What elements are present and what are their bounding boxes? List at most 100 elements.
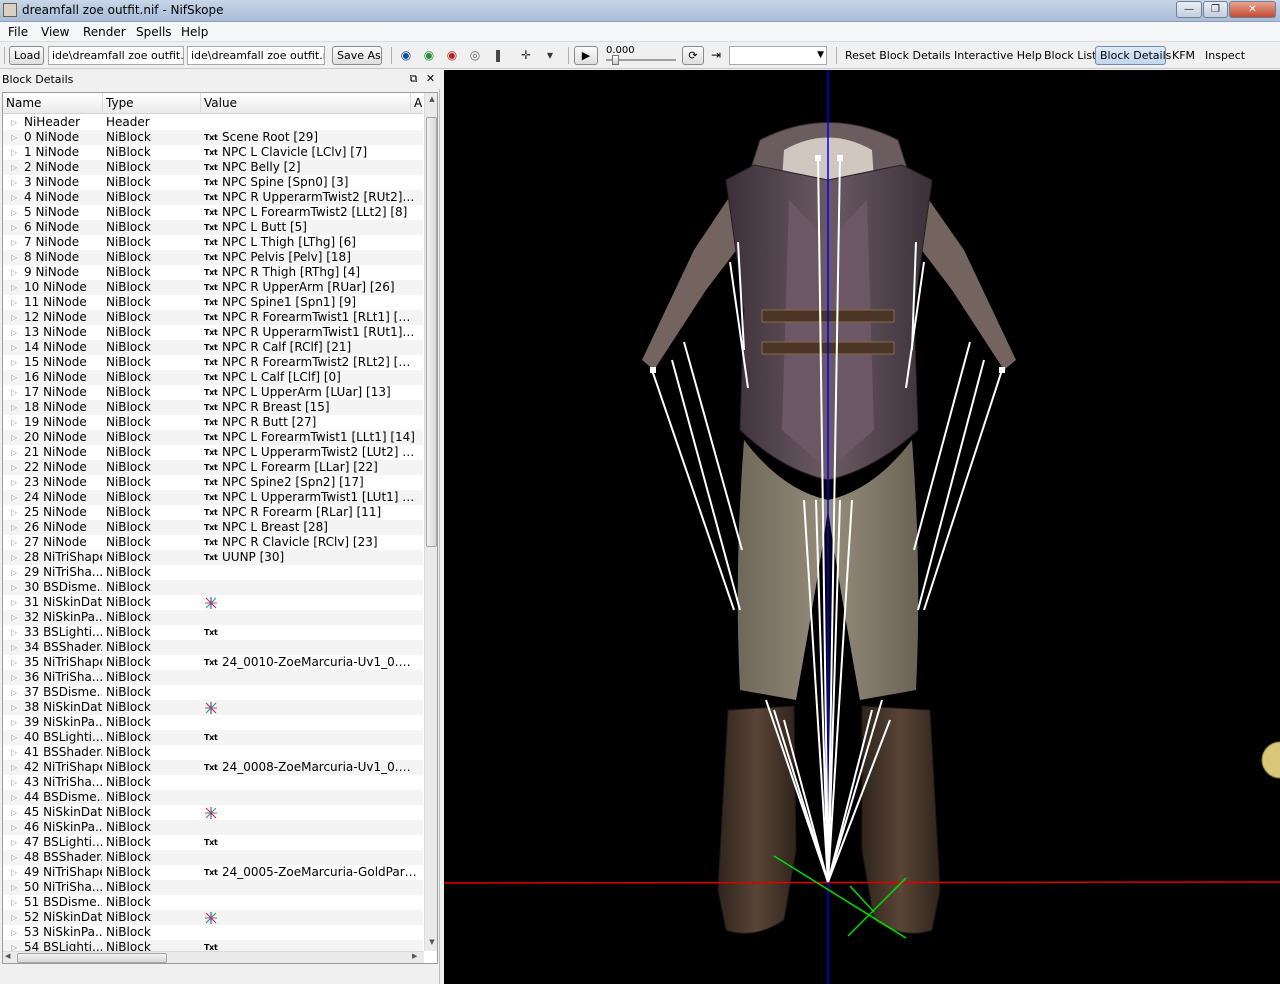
expand-arrow-icon[interactable]: ▷ (11, 760, 19, 775)
scroll-down-icon[interactable]: ▼ (427, 938, 437, 946)
expand-arrow-icon[interactable]: ▷ (11, 400, 19, 415)
expand-arrow-icon[interactable]: ▷ (11, 715, 19, 730)
table-row[interactable]: ▷ 41 BSShader... NiBlock (3, 745, 423, 760)
table-row[interactable]: ▷ 42 NiTriShape NiBlock Txt 24_0008-ZoeMarcu… (3, 760, 423, 775)
loop-button[interactable]: ⟳ (682, 46, 704, 65)
table-row[interactable]: ▷ 24 NiNode NiBlock Txt NPC L UpperarmTwist1… (3, 490, 423, 505)
expand-arrow-icon[interactable]: ▷ (11, 835, 19, 850)
table-row[interactable]: ▷ 36 NiTriSha... NiBlock (3, 670, 423, 685)
table-row[interactable]: ▷ 46 NiSkinPa... NiBlock (3, 820, 423, 835)
save-as-button[interactable]: Save As (332, 46, 382, 65)
table-row[interactable]: ▷ 40 BSLighti... NiBlock Txt (3, 730, 423, 745)
expand-arrow-icon[interactable]: ▷ (11, 610, 19, 625)
block-list-button[interactable]: Block List (1044, 49, 1096, 62)
table-row[interactable]: ▷ 11 NiNode NiBlock Txt NPC Spine1 [Spn1] [9… (3, 295, 423, 310)
table-row[interactable]: ▷ 27 NiNode NiBlock Txt NPC R Clavicle [RClv… (3, 535, 423, 550)
expand-arrow-icon[interactable]: ▷ (11, 340, 19, 355)
expand-arrow-icon[interactable]: ▷ (11, 505, 19, 520)
table-row[interactable]: ▷ 13 NiNode NiBlock Txt NPC R UpperarmTwist1… (3, 325, 423, 340)
table-row[interactable]: ▷ 30 BSDisme... NiBlock (3, 580, 423, 595)
table-row[interactable]: ▷ 51 BSDisme... NiBlock (3, 895, 423, 910)
table-row[interactable]: ▷ 53 NiSkinPa... NiBlock (3, 925, 423, 940)
table-row[interactable]: ▷ 45 NiSkinData NiBlock (3, 805, 423, 820)
expand-arrow-icon[interactable]: ▷ (11, 895, 19, 910)
expand-arrow-icon[interactable]: ▷ (11, 670, 19, 685)
expand-arrow-icon[interactable]: ▷ (11, 475, 19, 490)
table-row[interactable]: ▷ 6 NiNode NiBlock Txt NPC L Butt [5] (3, 220, 423, 235)
kfm-button[interactable]: KFM (1172, 49, 1195, 62)
table-row[interactable]: ▷ 2 NiNode NiBlock Txt NPC Belly [2] (3, 160, 423, 175)
scroll-right-icon[interactable]: ▶ (412, 952, 417, 960)
table-row[interactable]: ▷ 21 NiNode NiBlock Txt NPC L UpperarmTwist2… (3, 445, 423, 460)
table-row[interactable]: ▷ 19 NiNode NiBlock Txt NPC R Butt [27] (3, 415, 423, 430)
reset-block-details-button[interactable]: Reset Block Details (845, 49, 951, 62)
expand-arrow-icon[interactable]: ▷ (11, 880, 19, 895)
expand-arrow-icon[interactable]: ▷ (11, 910, 19, 925)
expand-arrow-icon[interactable]: ▷ (11, 460, 19, 475)
expand-arrow-icon[interactable]: ▷ (11, 415, 19, 430)
table-row[interactable]: ▷ 7 NiNode NiBlock Txt NPC L Thigh [LThg] [6… (3, 235, 423, 250)
expand-arrow-icon[interactable]: ▷ (11, 130, 19, 145)
expand-arrow-icon[interactable]: ▷ (11, 325, 19, 340)
table-row[interactable]: ▷ 10 NiNode NiBlock Txt NPC R UpperArm [RUar… (3, 280, 423, 295)
expand-arrow-icon[interactable]: ▷ (11, 805, 19, 820)
expand-arrow-icon[interactable]: ▷ (11, 925, 19, 940)
expand-arrow-icon[interactable]: ▷ (11, 250, 19, 265)
expand-arrow-icon[interactable]: ▷ (11, 595, 19, 610)
table-row[interactable]: ▷ 5 NiNode NiBlock Txt NPC L ForearmTwist2 [… (3, 205, 423, 220)
menu-help[interactable]: Help (181, 25, 208, 39)
load-button[interactable]: Load (9, 46, 44, 65)
menu-view[interactable]: View (41, 25, 69, 39)
table-row[interactable]: ▷ 4 NiNode NiBlock Txt NPC R UpperarmTwist2 … (3, 190, 423, 205)
expand-arrow-icon[interactable]: ▷ (11, 370, 19, 385)
render-viewport[interactable] (444, 70, 1280, 984)
save-path-field[interactable]: ide\dreamfall zoe outfit.nif (187, 46, 325, 65)
expand-arrow-icon[interactable]: ▷ (11, 490, 19, 505)
float-icon[interactable]: ⧉ (407, 72, 420, 85)
table-row[interactable]: ▷ 38 NiSkinData NiBlock (3, 700, 423, 715)
expand-arrow-icon[interactable]: ▷ (11, 820, 19, 835)
table-row[interactable]: ▷ 34 BSShader... NiBlock (3, 640, 423, 655)
maximize-button[interactable]: ❐ (1203, 1, 1228, 18)
table-row[interactable]: ▷ 43 NiTriSha... NiBlock (3, 775, 423, 790)
block-details-button[interactable]: Block Details (1095, 46, 1171, 65)
expand-arrow-icon[interactable]: ▷ (11, 235, 19, 250)
expand-arrow-icon[interactable]: ▷ (11, 145, 19, 160)
eye-green-icon[interactable]: ◉ (421, 48, 437, 62)
table-row[interactable]: ▷ 3 NiNode NiBlock Txt NPC Spine [Spn0] [3] (3, 175, 423, 190)
table-row[interactable]: ▷ 47 BSLighti... NiBlock Txt (3, 835, 423, 850)
expand-arrow-icon[interactable]: ▷ (11, 745, 19, 760)
horizontal-scrollbar[interactable]: ◀ ▶ (3, 951, 424, 963)
table-row[interactable]: ▷ 31 NiSkinData NiBlock (3, 595, 423, 610)
expand-arrow-icon[interactable]: ▷ (11, 550, 19, 565)
table-row[interactable]: ▷ 20 NiNode NiBlock Txt NPC L ForearmTwist1 … (3, 430, 423, 445)
horizontal-scroll-thumb[interactable] (17, 953, 167, 963)
expand-arrow-icon[interactable]: ▷ (11, 115, 19, 130)
animation-select[interactable]: ▼ (729, 46, 827, 65)
eye-red-icon[interactable]: ◉ (444, 48, 460, 62)
table-row[interactable]: ▷ 37 BSDisme... NiBlock (3, 685, 423, 700)
expand-arrow-icon[interactable]: ▷ (11, 730, 19, 745)
expand-arrow-icon[interactable]: ▷ (11, 430, 19, 445)
expand-arrow-icon[interactable]: ▷ (11, 640, 19, 655)
expand-arrow-icon[interactable]: ▷ (11, 445, 19, 460)
block-tree[interactable]: Name Type Value A ▷ NiHeader Header ▷ 0 NiNo… (2, 92, 438, 964)
close-icon[interactable]: ✕ (424, 72, 437, 85)
view-dropdown-icon[interactable]: ▾ (542, 48, 558, 62)
expand-arrow-icon[interactable]: ▷ (11, 280, 19, 295)
menu-render[interactable]: Render (83, 25, 126, 39)
time-slider-handle[interactable] (612, 55, 619, 65)
eye-blue-icon[interactable]: ◉ (398, 48, 414, 62)
table-row[interactable]: ▷ 33 BSLighti... NiBlock Txt (3, 625, 423, 640)
expand-arrow-icon[interactable]: ▷ (11, 775, 19, 790)
table-row[interactable]: ▷ 28 NiTriShape NiBlock Txt UUNP [30] (3, 550, 423, 565)
table-row[interactable]: ▷ 23 NiNode NiBlock Txt NPC Spine2 [Spn2] [1… (3, 475, 423, 490)
expand-arrow-icon[interactable]: ▷ (11, 205, 19, 220)
expand-arrow-icon[interactable]: ▷ (11, 385, 19, 400)
inspect-button[interactable]: Inspect (1205, 49, 1245, 62)
table-row[interactable]: ▷ NiHeader Header (3, 115, 423, 130)
table-row[interactable]: ▷ 22 NiNode NiBlock Txt NPC L Forearm [LLar]… (3, 460, 423, 475)
expand-arrow-icon[interactable]: ▷ (11, 850, 19, 865)
expand-arrow-icon[interactable]: ▷ (11, 790, 19, 805)
table-row[interactable]: ▷ 14 NiNode NiBlock Txt NPC R Calf [RClf] [2… (3, 340, 423, 355)
